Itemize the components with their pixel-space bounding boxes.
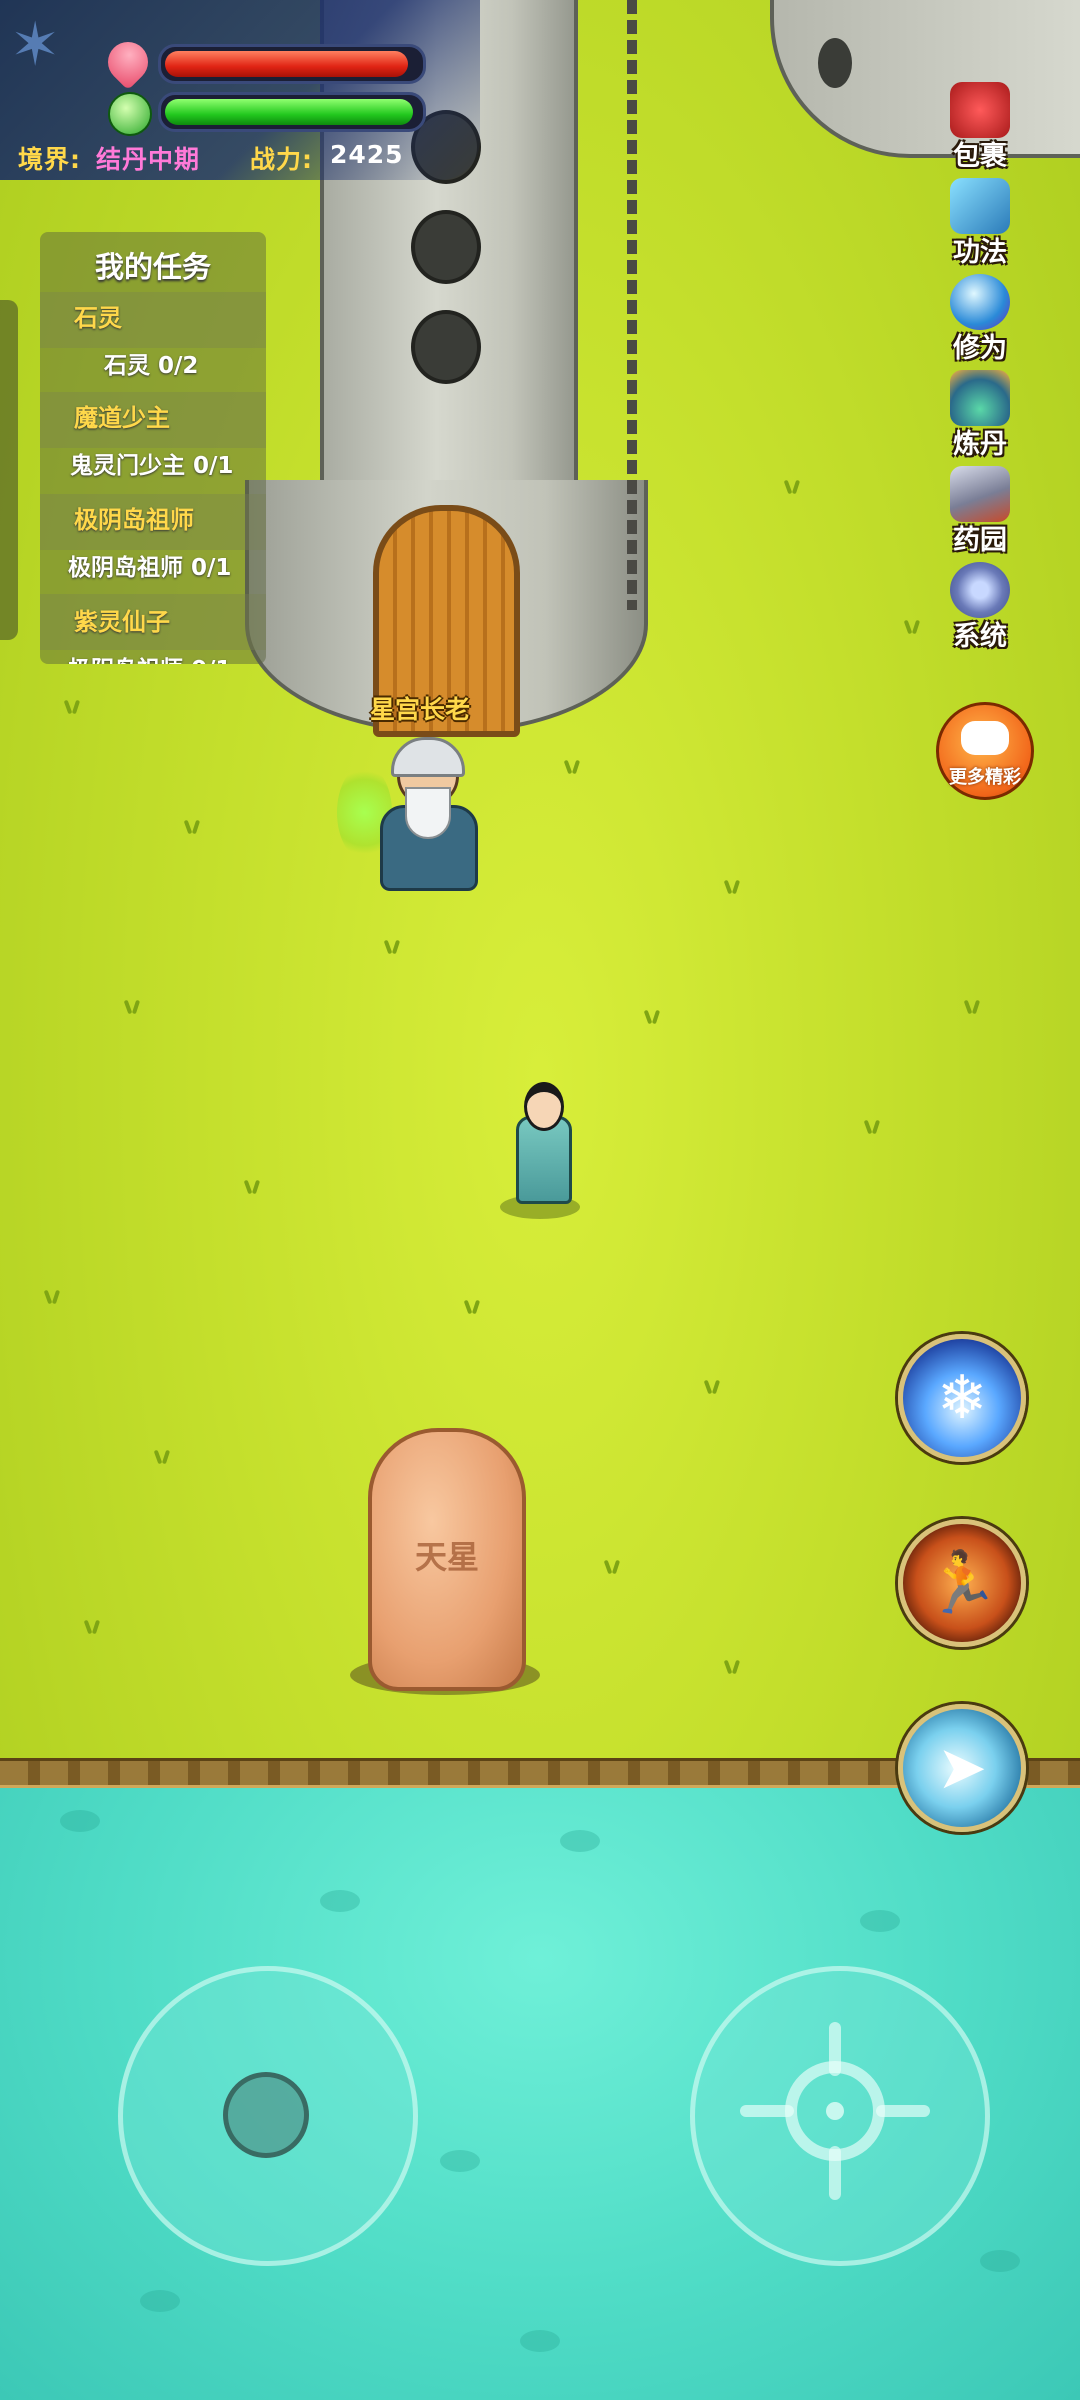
health-bar (158, 44, 426, 84)
tower-window (411, 210, 481, 284)
bag-icon (950, 82, 1010, 138)
heart-icon (99, 33, 157, 91)
mana-bar-fill (165, 99, 413, 125)
menu-alchemy-button[interactable]: 炼丹 (930, 368, 1030, 460)
crosshair-line (829, 2146, 841, 2200)
sprint-skill-button[interactable]: 🏃 (898, 1519, 1026, 1647)
more-features-button[interactable]: 更多精彩 (936, 702, 1034, 800)
more-features-label: 更多精彩 (949, 767, 1021, 788)
dash-icon: ➤ (936, 1733, 988, 1803)
side-tower (770, 0, 1080, 158)
hoe-icon (950, 466, 1010, 522)
quest-name[interactable]: 紫灵仙子 (74, 602, 170, 637)
tower-window (411, 310, 481, 384)
realm-label: 境界: (18, 145, 81, 174)
npc-elder[interactable] (335, 735, 510, 895)
npc-beard (405, 787, 451, 839)
heaven-star-stele[interactable]: 天星 (368, 1428, 526, 1691)
menu-skills-button[interactable]: 功法 (930, 176, 1030, 268)
stele-inscription: 天星 (414, 1538, 479, 1576)
quest-progress[interactable]: 极阴岛祖师 0/1 (68, 548, 231, 582)
menu-label: 炼丹 (953, 429, 1007, 460)
ice-crystal-icon: ❄ (936, 1363, 988, 1433)
quest-tracker-panel[interactable]: 我的任务 石灵 石灵 0/2 魔道少主 鬼灵门少主 0/1 极阴岛祖师 极阴岛祖… (40, 232, 266, 664)
npc-name-label[interactable]: 星宫长老 (370, 690, 470, 726)
game-scene[interactable]: ✶ 境界: 结丹中期 战力: 2425 我的任务 石灵 石灵 0/2 魔道少主 … (0, 0, 1080, 2400)
taiji-orb-icon (950, 274, 1010, 330)
menu-label: 药园 (953, 525, 1007, 556)
menu-label: 系统 (953, 621, 1007, 652)
quest-progress[interactable]: 极阴岛祖师 0/1 (68, 650, 231, 664)
gamepad-icon (961, 721, 1009, 755)
menu-label: 包裹 (953, 141, 1007, 172)
crosshair-line (876, 2105, 930, 2117)
npc-hair (391, 737, 465, 777)
quest-progress[interactable]: 石灵 0/2 (104, 346, 198, 380)
health-bar-fill (165, 51, 408, 77)
realm-value: 结丹中期 (96, 145, 201, 174)
combat-power-label: 战力: (250, 145, 313, 174)
side-tower-window (818, 38, 852, 88)
player-character[interactable] (500, 1070, 580, 1220)
quest-name[interactable]: 石灵 (74, 298, 122, 333)
menu-system-button[interactable]: 系统 (930, 560, 1030, 652)
crosshair-line (829, 2022, 841, 2076)
menu-label: 功法 (953, 237, 1007, 268)
quest-progress[interactable]: 鬼灵门少主 0/1 (70, 446, 233, 480)
menu-herb-garden-button[interactable]: 药园 (930, 464, 1030, 556)
player-status-hud[interactable]: ✶ 境界: 结丹中期 战力: 2425 (0, 0, 480, 180)
gear-icon (950, 562, 1010, 618)
realm-emblem-icon: ✶ (10, 10, 61, 80)
hanging-chain (627, 0, 637, 610)
quest-name[interactable]: 魔道少主 (74, 398, 170, 433)
player-head (524, 1082, 564, 1131)
mana-orb-icon (108, 92, 152, 136)
joystick-knob[interactable] (223, 2072, 309, 2158)
mana-bar (158, 92, 426, 132)
combat-power-value: 2425 (330, 140, 404, 169)
menu-label: 修为 (953, 333, 1007, 364)
book-icon (950, 178, 1010, 234)
menu-cultivation-button[interactable]: 修为 (930, 272, 1030, 364)
quest-panel-title: 我的任务 (94, 250, 211, 284)
menu-bag-button[interactable]: 包裹 (930, 80, 1030, 172)
quest-name[interactable]: 极阴岛祖师 (74, 500, 194, 535)
crosshair-line (740, 2105, 794, 2117)
dash-skill-button[interactable]: ➤ (898, 1704, 1026, 1832)
running-man-icon: 🏃 (924, 1548, 1000, 1618)
cauldron-icon (950, 370, 1010, 426)
quest-panel-toggle[interactable] (0, 300, 18, 640)
crosshair-center (826, 2102, 844, 2120)
ice-crystal-skill-button[interactable]: ❄ (898, 1334, 1026, 1462)
